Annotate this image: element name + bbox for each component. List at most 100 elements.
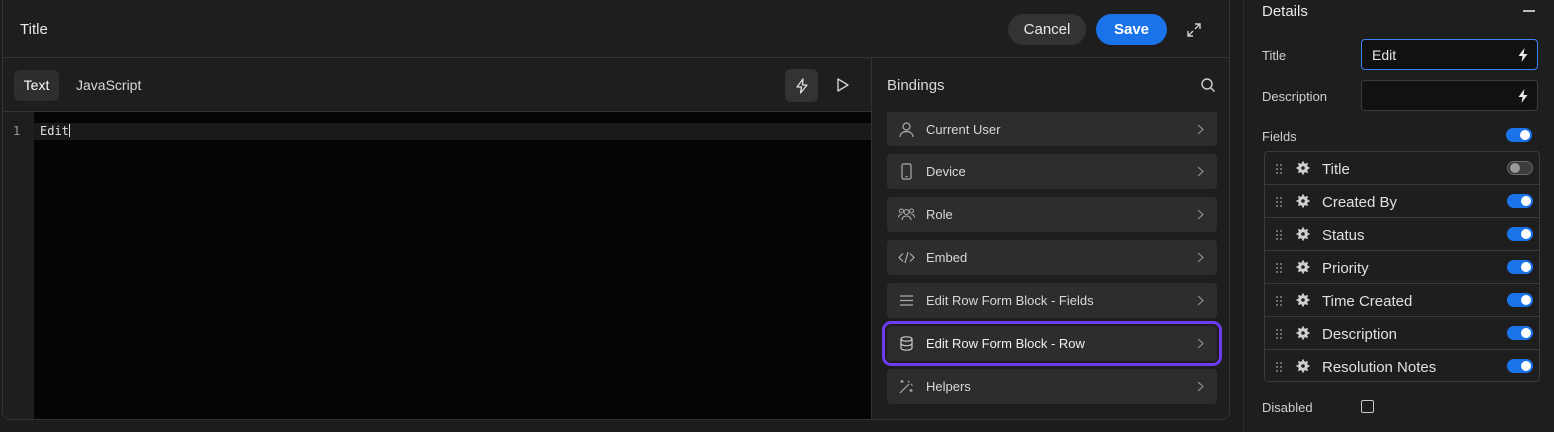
bolt-icon[interactable] <box>1517 88 1529 104</box>
modal-title: Title <box>20 21 48 38</box>
binding-item-form-row[interactable]: Edit Row Form Block - Row <box>882 321 1222 366</box>
text-caret <box>68 124 70 137</box>
binding-item-label: Current User <box>926 122 1001 137</box>
field-label: Created By <box>1322 194 1398 211</box>
binding-item-form-fields[interactable]: Edit Row Form Block - Fields <box>887 283 1217 318</box>
binding-item-label: Edit Row Form Block - Fields <box>926 293 1094 308</box>
title-label: Title <box>1262 48 1287 63</box>
title-field[interactable]: Edit <box>1361 39 1538 70</box>
field-label: Status <box>1322 227 1365 244</box>
code-icon <box>898 251 915 264</box>
expand-icon[interactable] <box>1186 22 1202 38</box>
field-row-resolution-notes[interactable]: Resolution Notes <box>1265 350 1539 383</box>
chevron-right-icon <box>1197 295 1204 306</box>
code-content: Edit <box>40 124 69 138</box>
modal-header: Title Cancel Save <box>3 0 1229 58</box>
code-line[interactable]: Edit <box>40 124 70 138</box>
chevron-right-icon <box>1197 124 1204 135</box>
active-line-highlight <box>34 123 871 140</box>
binding-item-embed[interactable]: Embed <box>887 240 1217 275</box>
chevron-right-icon <box>1197 381 1204 392</box>
field-label: Title <box>1322 161 1350 178</box>
field-toggle[interactable] <box>1507 194 1533 208</box>
gear-icon[interactable] <box>1296 227 1310 241</box>
fields-list: Title Created By Status Priority Time Cr… <box>1264 151 1540 382</box>
gear-icon[interactable] <box>1296 194 1310 208</box>
field-toggle[interactable] <box>1507 359 1533 373</box>
binding-item-role[interactable]: Role <box>887 197 1217 232</box>
chevron-right-icon <box>1197 338 1204 349</box>
fields-toggle[interactable] <box>1506 128 1532 142</box>
description-label: Description <box>1262 89 1328 104</box>
details-title: Details <box>1262 3 1308 20</box>
field-row-description[interactable]: Description <box>1265 317 1539 350</box>
binding-editor-modal: Title Cancel Save Text JavaScript 1 Edit… <box>2 0 1230 420</box>
drag-handle-icon[interactable] <box>1275 295 1283 307</box>
field-toggle[interactable] <box>1507 293 1533 307</box>
binding-item-label: Embed <box>926 250 968 265</box>
bolt-icon[interactable] <box>1517 47 1529 63</box>
bindings-header: Bindings <box>872 58 1229 112</box>
editor-toolbar: Text JavaScript <box>3 58 871 112</box>
gear-icon[interactable] <box>1296 326 1310 340</box>
bindings-title: Bindings <box>887 77 945 94</box>
binding-item-label: Device <box>926 164 966 179</box>
field-row-status[interactable]: Status <box>1265 218 1539 251</box>
gear-icon[interactable] <box>1296 359 1310 373</box>
description-field[interactable] <box>1361 80 1538 111</box>
field-row-priority[interactable]: Priority <box>1265 251 1539 284</box>
chevron-right-icon <box>1197 252 1204 263</box>
field-toggle[interactable] <box>1507 326 1533 340</box>
field-toggle[interactable] <box>1507 260 1533 274</box>
field-label: Priority <box>1322 260 1369 277</box>
bindings-panel: Bindings Current User Device Role Embed … <box>871 58 1229 419</box>
field-label: Resolution Notes <box>1322 359 1437 376</box>
disabled-label: Disabled <box>1262 400 1313 415</box>
save-button[interactable]: Save <box>1096 14 1167 45</box>
details-panel: Details Title Edit Description Fields Ti… <box>1243 0 1554 432</box>
bolt-icon <box>795 77 808 94</box>
drag-handle-icon[interactable] <box>1275 262 1283 274</box>
fields-label: Fields <box>1262 129 1297 144</box>
cancel-button[interactable]: Cancel <box>1008 14 1086 45</box>
field-row-created-by[interactable]: Created By <box>1265 185 1539 218</box>
disabled-checkbox[interactable] <box>1361 400 1374 413</box>
field-toggle[interactable] <box>1507 227 1533 241</box>
binding-item-device[interactable]: Device <box>887 154 1217 189</box>
field-row-title[interactable]: Title <box>1265 152 1539 185</box>
drag-handle-icon[interactable] <box>1275 196 1283 208</box>
chevron-right-icon <box>1197 166 1204 177</box>
code-editor[interactable]: 1 Edit <box>3 112 871 419</box>
field-label: Time Created <box>1322 293 1413 310</box>
binding-item-helpers[interactable]: Helpers <box>887 369 1217 404</box>
device-icon <box>901 163 912 180</box>
drag-handle-icon[interactable] <box>1275 229 1283 241</box>
field-label: Description <box>1322 326 1398 343</box>
user-icon <box>899 122 914 138</box>
field-toggle[interactable] <box>1507 161 1533 175</box>
tab-javascript[interactable]: JavaScript <box>67 70 150 101</box>
play-icon[interactable] <box>833 76 851 94</box>
drag-handle-icon[interactable] <box>1275 163 1283 175</box>
title-field-value: Edit <box>1372 47 1397 63</box>
collapse-icon[interactable] <box>1523 10 1535 12</box>
list-icon <box>900 295 913 306</box>
drag-handle-icon[interactable] <box>1275 361 1283 373</box>
drag-handle-icon[interactable] <box>1275 328 1283 340</box>
binding-item-current-user[interactable]: Current User <box>887 112 1217 146</box>
search-icon[interactable] <box>1200 77 1216 93</box>
chevron-right-icon <box>1197 209 1204 220</box>
users-icon <box>898 208 915 221</box>
binding-item-label: Role <box>926 207 953 222</box>
app-root: Title Cancel Save Text JavaScript 1 Edit… <box>0 0 1554 432</box>
binding-item-label: Edit Row Form Block - Row <box>926 336 1085 351</box>
bolt-button[interactable] <box>785 69 818 102</box>
gear-icon[interactable] <box>1296 260 1310 274</box>
field-row-time-created[interactable]: Time Created <box>1265 284 1539 317</box>
line-number: 1 <box>13 124 21 138</box>
gear-icon[interactable] <box>1296 161 1310 175</box>
line-gutter: 1 <box>3 112 34 419</box>
database-icon <box>900 336 913 351</box>
gear-icon[interactable] <box>1296 293 1310 307</box>
tab-text[interactable]: Text <box>14 70 59 101</box>
